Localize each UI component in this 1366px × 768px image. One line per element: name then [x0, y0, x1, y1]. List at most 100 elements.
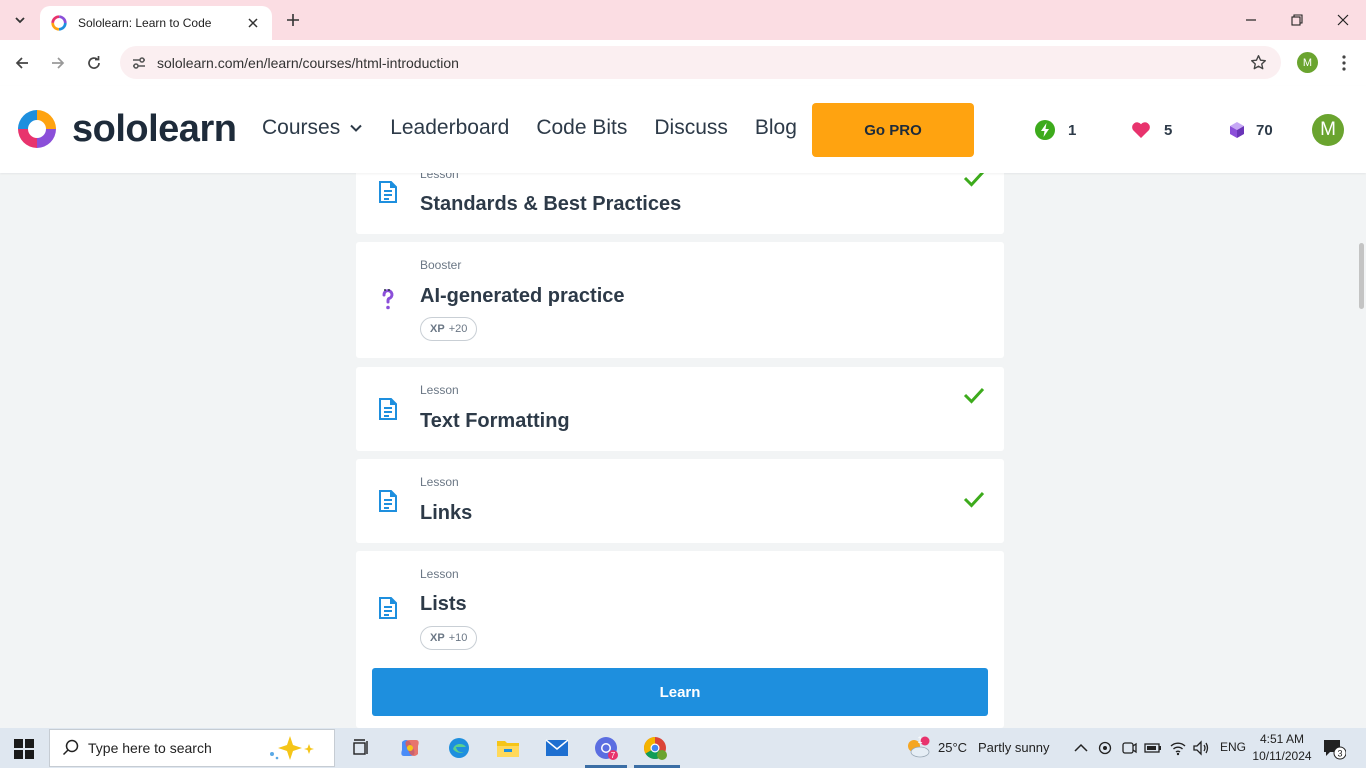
arrow-left-icon — [15, 57, 28, 69]
file-explorer-icon[interactable] — [495, 735, 521, 761]
lesson-card[interactable]: Lesson Text Formatting — [356, 367, 1004, 451]
mail-icon[interactable] — [544, 735, 570, 761]
notification-count: 3 — [1337, 749, 1342, 759]
lesson-doc-icon — [379, 398, 397, 420]
plus-icon — [287, 14, 299, 26]
lesson-title: Standards & Best Practices — [420, 193, 682, 215]
arrow-right-icon — [52, 57, 65, 69]
nav-courses-label: Courses — [262, 116, 341, 139]
lesson-type: Lesson — [420, 567, 459, 581]
system-clock[interactable]: 4:51 AM 10/11/2024 — [1251, 731, 1313, 765]
browser-tabbar: Sololearn: Learn to Code — [0, 0, 1366, 40]
weather-condition: Partly sunny — [978, 740, 1050, 755]
browser-profile-button[interactable]: M — [1297, 52, 1318, 73]
tab-search-button[interactable] — [8, 8, 32, 32]
lesson-title: Lists — [420, 593, 467, 615]
xp-badge: XP +20 — [420, 317, 478, 341]
volume-icon[interactable] — [1188, 735, 1214, 761]
lesson-type: Lesson — [420, 475, 459, 489]
chevron-down-icon — [350, 124, 362, 132]
chrome-app-icon[interactable]: 7 — [593, 735, 619, 761]
checkmark-icon — [963, 173, 985, 187]
sololearn-logo-icon — [18, 110, 56, 148]
lesson-doc-icon — [379, 181, 397, 203]
main-nav: Courses Leaderboard Code Bits Discuss Bl… — [262, 116, 824, 140]
lesson-type: Booster — [420, 258, 462, 272]
back-button[interactable] — [8, 50, 36, 76]
taskbar-search[interactable]: Type here to search — [49, 729, 335, 767]
nav-code-bits[interactable]: Code Bits — [536, 116, 627, 140]
notification-icon[interactable]: 3 — [1322, 738, 1346, 760]
site-info-button[interactable] — [122, 46, 156, 79]
minimize-icon — [1246, 19, 1256, 21]
browser-tab-active[interactable]: Sololearn: Learn to Code — [40, 6, 272, 40]
lesson-card[interactable]: Lesson Links — [356, 459, 1004, 543]
hearts-counter[interactable]: 5 — [1130, 119, 1172, 141]
logo-text: sololearn — [72, 107, 237, 150]
xp-label: XP — [430, 323, 445, 335]
star-icon — [1250, 55, 1266, 70]
restore-icon — [1291, 14, 1303, 26]
tab-close-button[interactable] — [244, 14, 262, 32]
lightning-icon — [1034, 119, 1056, 141]
restore-button[interactable] — [1274, 6, 1320, 34]
bookmark-button[interactable] — [1243, 48, 1273, 78]
clock-date: 10/11/2024 — [1252, 749, 1312, 763]
sololearn-favicon-icon — [51, 15, 67, 31]
page-scrollbar[interactable] — [1359, 243, 1364, 309]
nav-blog[interactable]: Blog — [755, 116, 797, 140]
booster-card[interactable]: Booster AI-generated practice XP +20 — [356, 242, 1004, 358]
lesson-type: Lesson — [420, 383, 459, 397]
chrome-profile-icon[interactable] — [642, 735, 668, 761]
xp-value: +20 — [448, 323, 468, 335]
url-text: sololearn.com/en/learn/courses/html-intr… — [157, 54, 459, 71]
tab-title: Sololearn: Learn to Code — [78, 16, 212, 30]
gems-counter[interactable]: 70 — [1226, 119, 1273, 141]
reload-button[interactable] — [80, 50, 108, 76]
user-avatar[interactable]: M — [1312, 114, 1344, 146]
sparkle-icon — [270, 736, 314, 760]
chrome-badge: 7 — [611, 751, 616, 760]
minimize-button[interactable] — [1228, 6, 1274, 34]
language-indicator[interactable]: ENG — [1220, 740, 1246, 754]
new-tab-button[interactable] — [282, 9, 304, 31]
sololearn-logo[interactable]: sololearn — [15, 107, 237, 151]
nav-leaderboard[interactable]: Leaderboard — [390, 116, 509, 140]
xp-value: +10 — [448, 632, 468, 644]
windows-start-icon[interactable] — [14, 739, 34, 759]
nav-discuss[interactable]: Discuss — [654, 116, 728, 140]
lesson-title: Links — [420, 502, 473, 524]
copilot-icon[interactable] — [397, 735, 423, 761]
more-vert-icon — [1342, 55, 1346, 71]
task-view-icon[interactable] — [348, 735, 374, 761]
lesson-title: AI-generated practice — [420, 285, 625, 307]
edge-icon[interactable] — [446, 735, 472, 761]
learn-button[interactable]: Learn — [372, 668, 988, 716]
streak-counter[interactable]: 1 — [1034, 119, 1076, 141]
hearts-value: 5 — [1164, 121, 1173, 139]
browser-menu-button[interactable] — [1333, 50, 1355, 76]
lesson-doc-icon — [379, 490, 397, 512]
lesson-list: Lesson Standards & Best Practices Booste… — [0, 173, 1366, 728]
lesson-card[interactable]: Lesson Standards & Best Practices — [356, 173, 1004, 234]
forward-button[interactable] — [44, 50, 72, 76]
close-window-button[interactable] — [1320, 6, 1366, 34]
show-hidden-icons-icon[interactable] — [1068, 735, 1094, 761]
tune-icon — [133, 56, 145, 69]
weather-badge: 1 — [917, 735, 923, 745]
lesson-doc-icon — [379, 597, 397, 619]
meet-now-icon[interactable] — [1116, 735, 1142, 761]
lesson-type: Lesson — [420, 173, 459, 181]
address-bar[interactable]: sololearn.com/en/learn/courses/html-intr… — [120, 46, 1281, 79]
browser-toolbar: sololearn.com/en/learn/courses/html-intr… — [0, 40, 1366, 86]
battery-icon[interactable] — [1140, 735, 1166, 761]
close-icon — [1337, 14, 1349, 26]
gems-value: 70 — [1256, 121, 1273, 139]
nav-courses[interactable]: Courses — [262, 116, 363, 140]
sync-icon[interactable] — [1092, 735, 1118, 761]
go-pro-button[interactable]: Go PRO — [812, 103, 974, 157]
reload-icon — [88, 56, 100, 69]
heart-icon — [1130, 119, 1152, 141]
site-header: sololearn Courses Leaderboard Code Bits … — [0, 86, 1366, 173]
xp-label: XP — [430, 632, 445, 644]
